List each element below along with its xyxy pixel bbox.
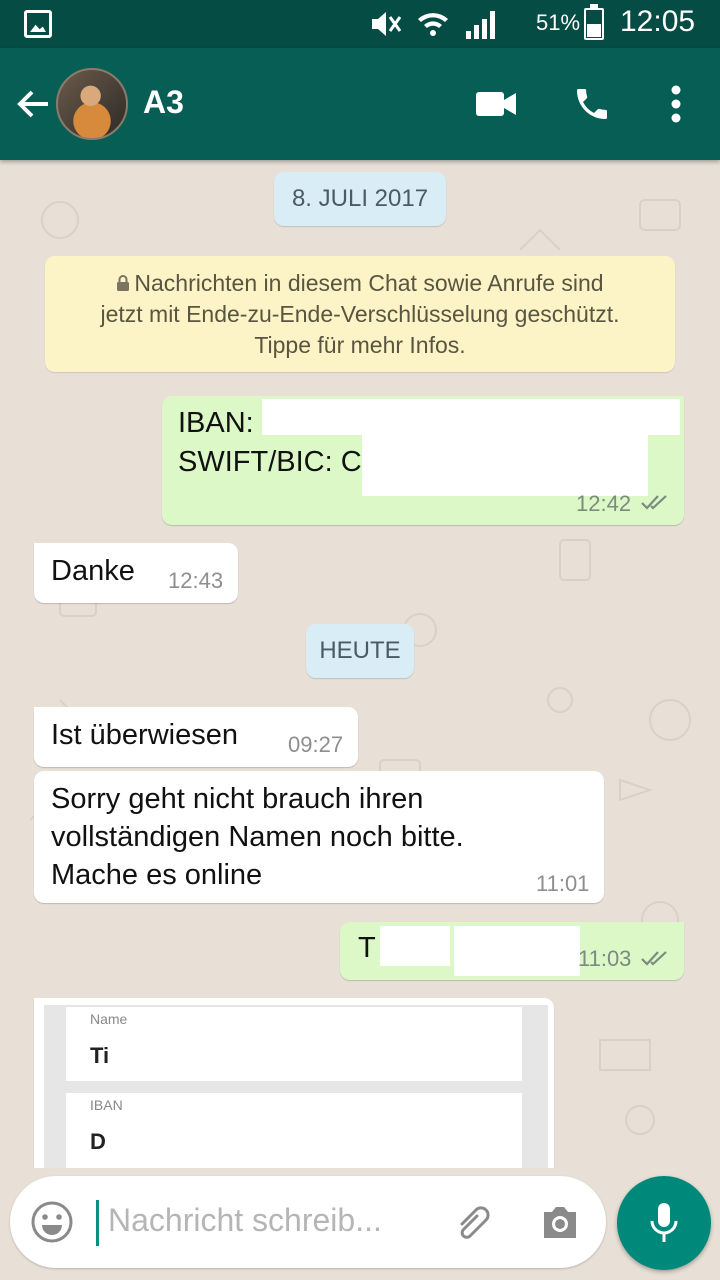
- contact-name[interactable]: A3: [143, 84, 184, 121]
- status-bar: 51% 12:05: [0, 0, 720, 48]
- message-text: Ist überwiesen: [51, 719, 238, 751]
- message-time: 11:01: [536, 871, 590, 896]
- back-arrow-icon[interactable]: [14, 84, 54, 124]
- message-input-bar: Nachricht schreib...: [10, 1176, 606, 1268]
- form-screenshot: Name Ti IBAN D: [44, 1005, 548, 1168]
- phone-icon[interactable]: [568, 80, 616, 128]
- message-outgoing[interactable]: IBAN: SWIFT/BIC: C 12:42: [162, 396, 684, 525]
- redaction-box: [454, 926, 580, 976]
- battery-icon: [584, 4, 604, 40]
- message-line: SWIFT/BIC: C: [178, 446, 362, 478]
- message-text: T: [358, 932, 376, 964]
- field-label: Name: [90, 1011, 128, 1027]
- message-line: Mache es online: [51, 859, 263, 891]
- message-incoming[interactable]: Sorry geht nicht brauch ihren vollständi…: [34, 771, 604, 903]
- date-divider: 8. JULI 2017: [274, 172, 446, 226]
- date-divider: HEUTE: [306, 624, 414, 678]
- message-text: Danke: [51, 555, 135, 587]
- message-line: vollständigen Namen noch bitte.: [51, 821, 464, 853]
- text-cursor: [96, 1200, 99, 1246]
- message-time: 12:43: [168, 568, 224, 593]
- message-incoming[interactable]: Danke 12:43: [34, 543, 238, 603]
- gallery-icon: [24, 10, 52, 38]
- redaction-box: [362, 432, 648, 496]
- double-check-icon: [641, 951, 667, 966]
- message-time: 12:42: [576, 491, 632, 516]
- chat-area[interactable]: 8. JULI 2017 Nachrichten in diesem Chat …: [0, 160, 720, 1168]
- encryption-notice-line: Tippe für mehr Infos.: [254, 332, 466, 358]
- camera-icon[interactable]: [540, 1202, 580, 1242]
- mute-icon: [368, 9, 402, 39]
- message-line: Sorry geht nicht brauch ihren: [51, 783, 424, 815]
- attach-icon[interactable]: [450, 1202, 496, 1242]
- more-vert-icon[interactable]: [652, 80, 700, 128]
- encryption-notice-line: jetzt mit Ende-zu-Ende-Verschlüsselung g…: [100, 301, 620, 327]
- message-time: 09:27: [288, 732, 344, 757]
- mic-icon: [650, 1203, 678, 1242]
- video-call-icon[interactable]: [472, 80, 520, 128]
- form-field-name: Name Ti: [66, 1007, 522, 1081]
- redaction-box: [380, 926, 450, 966]
- field-value: D: [90, 1129, 106, 1154]
- field-label: IBAN: [90, 1097, 123, 1113]
- redaction-box: [262, 399, 680, 435]
- message-time: 11:03: [578, 946, 632, 971]
- lock-icon: [117, 275, 130, 291]
- message-input[interactable]: Nachricht schreib...: [108, 1202, 382, 1239]
- double-check-icon: [641, 495, 667, 510]
- form-field-iban: IBAN D: [66, 1093, 522, 1168]
- wifi-icon: [416, 9, 450, 39]
- message-outgoing[interactable]: T 11:03: [340, 922, 684, 980]
- battery-percent: 51%: [536, 10, 581, 35]
- message-incoming[interactable]: Ist überwiesen 09:27: [34, 707, 358, 767]
- chat-header: A3: [0, 48, 720, 160]
- encryption-notice-line: Nachrichten in diesem Chat sowie Anrufe …: [45, 268, 675, 299]
- emoji-icon[interactable]: [30, 1200, 74, 1244]
- encryption-notice[interactable]: Nachrichten in diesem Chat sowie Anrufe …: [45, 256, 675, 372]
- signal-icon: [464, 9, 498, 39]
- mic-button[interactable]: [617, 1176, 711, 1270]
- field-value: Ti: [90, 1043, 110, 1068]
- clock: 12:05: [620, 5, 696, 38]
- avatar[interactable]: [56, 68, 128, 140]
